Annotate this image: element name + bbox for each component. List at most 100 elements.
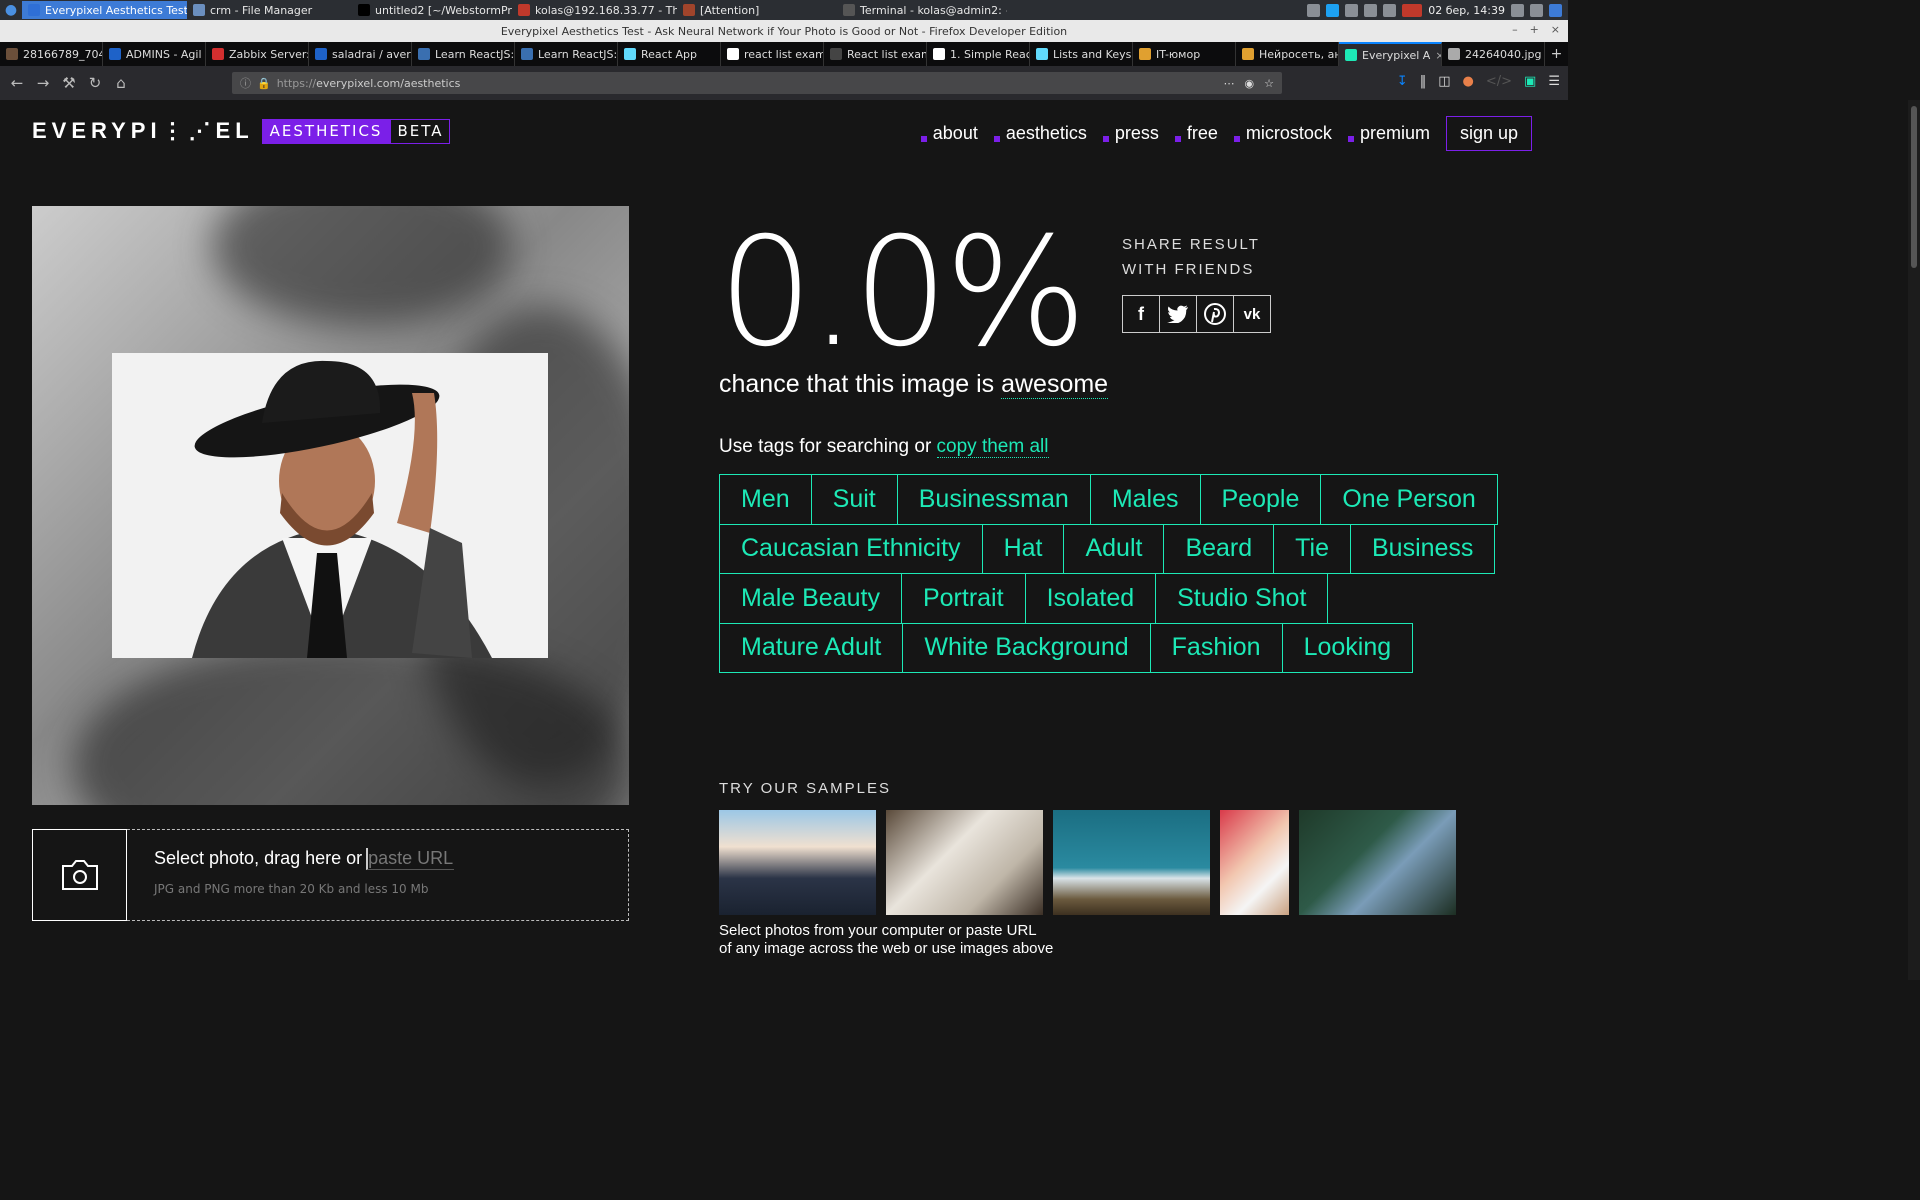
- browser-tab[interactable]: React list exam: [824, 42, 927, 66]
- info-icon[interactable]: ⓘ: [240, 75, 251, 91]
- sidebar-icon[interactable]: ◫: [1438, 74, 1450, 89]
- network-icon[interactable]: [1345, 3, 1359, 17]
- tools-icon[interactable]: ⚒: [56, 70, 82, 96]
- keyword-tag[interactable]: People: [1199, 474, 1322, 525]
- keyword-tag[interactable]: Studio Shot: [1155, 573, 1329, 624]
- nav-link-about[interactable]: about: [920, 123, 978, 144]
- sample-mountains[interactable]: [1053, 810, 1210, 915]
- sign-up-button[interactable]: sign up: [1445, 116, 1532, 151]
- copy-tags-link[interactable]: copy them all: [936, 436, 1049, 458]
- clock[interactable]: 02 бер, 14:39: [1428, 4, 1505, 17]
- taskbar-task[interactable]: Everypixel Aesthetics Test - ...: [22, 1, 187, 19]
- firefox-icon[interactable]: [1549, 3, 1562, 17]
- taskbar-task[interactable]: kolas@192.168.33.77 - The ...: [512, 1, 677, 19]
- keyword-tag[interactable]: Hat: [981, 523, 1065, 574]
- everypixel-logo[interactable]: EVERYPI⋮⋰EL AESTHETICS BETA: [32, 118, 451, 144]
- scrollbar-thumb[interactable]: [1911, 106, 1917, 268]
- extension-icon[interactable]: ●: [1463, 74, 1474, 89]
- close-tab-icon[interactable]: ×: [1435, 49, 1441, 62]
- screenshot-icon[interactable]: ▣: [1524, 74, 1536, 89]
- skype-icon[interactable]: [1326, 3, 1340, 17]
- sample-business-team[interactable]: [719, 810, 876, 915]
- keyword-tag[interactable]: Business: [1349, 523, 1496, 574]
- keyword-tag[interactable]: Fashion: [1149, 622, 1283, 673]
- close-window-button[interactable]: ×: [1551, 23, 1560, 36]
- twitter-share-button[interactable]: [1159, 295, 1197, 333]
- sample-desk-laptop[interactable]: [886, 810, 1043, 915]
- page-actions-icon[interactable]: ⋯: [1224, 77, 1235, 90]
- pocket-icon[interactable]: ◉: [1245, 77, 1255, 90]
- home-icon[interactable]: ⌂: [108, 70, 134, 96]
- facebook-share-button[interactable]: f: [1122, 295, 1160, 333]
- keyword-tag[interactable]: Suit: [810, 474, 898, 525]
- library-icon[interactable]: ‖: [1420, 74, 1427, 89]
- vk-share-button[interactable]: vk: [1233, 295, 1271, 333]
- mail-icon[interactable]: [1383, 3, 1397, 17]
- browser-tab[interactable]: IT-юмор: [1133, 42, 1236, 66]
- taskbar-task[interactable]: [Attention]: [677, 1, 837, 19]
- browser-tab[interactable]: saladrai / aver: [309, 42, 412, 66]
- browser-tab[interactable]: react list exam: [721, 42, 824, 66]
- tray-icon[interactable]: [1307, 3, 1321, 17]
- browser-tab[interactable]: ADMINS - Agil: [103, 42, 206, 66]
- download-icon[interactable]: ↧: [1397, 74, 1408, 89]
- calendar-icon[interactable]: [1511, 3, 1524, 17]
- taskbar-task[interactable]: untitled2 [~/WebstormProjec...: [352, 1, 512, 19]
- nav-link-free[interactable]: free: [1174, 123, 1218, 144]
- nav-link-microstock[interactable]: microstock: [1233, 123, 1332, 144]
- keyword-tag[interactable]: Adult: [1063, 523, 1165, 574]
- bookmark-star-icon[interactable]: ☆: [1264, 77, 1274, 90]
- keyword-tag[interactable]: Mature Adult: [719, 622, 904, 673]
- nav-link-premium[interactable]: premium: [1347, 123, 1430, 144]
- keyword-tag[interactable]: One Person: [1320, 474, 1498, 525]
- minimize-button[interactable]: –: [1512, 23, 1518, 36]
- keyword-tag[interactable]: Caucasian Ethnicity: [719, 523, 983, 574]
- keyboard-layout-flag-icon[interactable]: [1402, 3, 1423, 17]
- keyword-tag[interactable]: Tie: [1273, 523, 1351, 574]
- menu-icon[interactable]: ☰: [1548, 74, 1560, 89]
- keyword-tag[interactable]: Businessman: [896, 474, 1091, 525]
- back-icon[interactable]: ←: [4, 70, 30, 96]
- keyword-tag[interactable]: Looking: [1281, 622, 1414, 673]
- taskbar-task[interactable]: Terminal - kolas@admin2: ~/...: [837, 1, 1007, 19]
- maximize-button[interactable]: +: [1530, 23, 1539, 36]
- forward-icon[interactable]: →: [30, 70, 56, 96]
- browser-tab[interactable]: Learn ReactJS:: [412, 42, 515, 66]
- keyword-tag[interactable]: Males: [1089, 474, 1201, 525]
- page-scrollbar[interactable]: [1908, 100, 1920, 980]
- drop-zone[interactable]: Select photo, drag here or JPG and PNG m…: [127, 829, 629, 921]
- browser-tab[interactable]: 28166789_704: [0, 42, 103, 66]
- reload-icon[interactable]: ↻: [82, 70, 108, 96]
- awesome-link[interactable]: awesome: [1001, 370, 1109, 399]
- keyword-tag[interactable]: Beard: [1163, 523, 1275, 574]
- camera-upload-button[interactable]: [32, 829, 127, 921]
- browser-tab[interactable]: Learn ReactJS:: [515, 42, 618, 66]
- browser-tab[interactable]: 24264040.jpg (: [1442, 42, 1545, 66]
- keyword-tag[interactable]: Portrait: [900, 573, 1026, 624]
- browser-tab[interactable]: Everypixel A ×: [1339, 42, 1442, 66]
- keyword-tag[interactable]: Male Beauty: [719, 573, 902, 624]
- nav-link-aesthetics[interactable]: aesthetics: [993, 123, 1087, 144]
- new-tab-button[interactable]: +: [1545, 42, 1568, 66]
- browser-tab[interactable]: Lists and Keys: [1030, 42, 1133, 66]
- upload-area[interactable]: Select photo, drag here or JPG and PNG m…: [32, 829, 629, 921]
- browser-tab[interactable]: 1. Simple Reac: [927, 42, 1030, 66]
- start-menu-icon[interactable]: ●: [0, 0, 22, 20]
- taskbar-task[interactable]: crm - File Manager: [187, 1, 352, 19]
- paste-url-input[interactable]: [366, 848, 455, 870]
- nav-link-press[interactable]: press: [1102, 123, 1159, 144]
- keyword-tag[interactable]: Men: [719, 474, 812, 525]
- sample-couple-forest[interactable]: [1299, 810, 1456, 915]
- browser-tab[interactable]: Zabbix Server:: [206, 42, 309, 66]
- browser-tab[interactable]: React App: [618, 42, 721, 66]
- url-bar[interactable]: ⓘ 🔒 https://everypixel.com/aesthetics ⋯ …: [232, 72, 1282, 94]
- pinterest-share-button[interactable]: [1196, 295, 1234, 333]
- sample-couple-winter[interactable]: [1220, 810, 1289, 915]
- nav-label: microstock: [1245, 123, 1332, 143]
- volume-icon[interactable]: [1364, 3, 1378, 17]
- devtools-icon[interactable]: </>: [1486, 74, 1512, 89]
- folder-icon[interactable]: [1530, 3, 1543, 17]
- browser-tab[interactable]: Нейросеть, ан: [1236, 42, 1339, 66]
- keyword-tag[interactable]: Isolated: [1024, 573, 1157, 624]
- keyword-tag[interactable]: White Background: [902, 622, 1151, 673]
